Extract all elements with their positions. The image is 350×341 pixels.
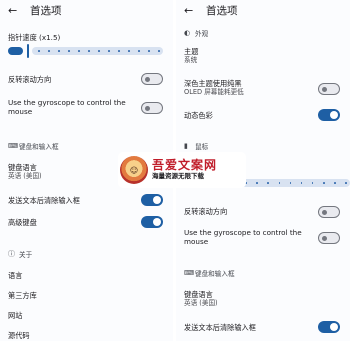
slider-tick-marks	[38, 50, 160, 52]
keyboard-language-row[interactable]: 键盘语言 英语 (美国)	[184, 290, 340, 308]
clear-after-send-label: 发送文本后清除输入框	[8, 196, 80, 205]
keyboard-icon: ⌨	[184, 269, 195, 277]
keyboard-language-value: 英语 (美国)	[184, 299, 218, 308]
page-title: 首选项	[30, 4, 62, 17]
watermark-subtitle: 海量资源无限下载	[152, 172, 204, 180]
page-title: 首选项	[206, 4, 238, 17]
back-arrow-icon[interactable]: ←	[184, 5, 198, 16]
website-item[interactable]: 网站	[8, 311, 163, 320]
advanced-keyboard-label: 高级键盘	[8, 218, 37, 227]
theme-label: 主题	[184, 47, 199, 56]
gyroscope-label: Use the gyroscope to control the mouse	[184, 228, 302, 247]
slider-handle[interactable]	[27, 44, 29, 58]
slider-active-track	[8, 47, 23, 55]
appearance-section-title: 外观	[195, 30, 209, 38]
back-arrow-icon[interactable]: ←	[8, 5, 22, 16]
clear-after-send-toggle[interactable]	[141, 194, 163, 206]
language-item[interactable]: 语言	[8, 271, 163, 280]
keyboard-language-label: 键盘语言	[184, 290, 213, 299]
mouse-section-title: 鼠标	[195, 143, 209, 151]
keyboard-icon: ⌨	[8, 142, 19, 150]
clear-after-send-row[interactable]: 发送文本后清除输入框	[8, 193, 163, 207]
theme-value: 系统	[184, 56, 198, 65]
third-party-libraries-item[interactable]: 第三方库	[8, 291, 163, 300]
slider-tick-marks	[234, 182, 347, 184]
pointer-speed-label: 指针速度 (x1.5)	[8, 33, 61, 42]
reverse-scroll-toggle[interactable]	[318, 206, 340, 218]
clear-after-send-row[interactable]: 发送文本后清除输入框	[184, 320, 340, 334]
dynamic-color-row[interactable]: 动态色彩	[184, 108, 340, 122]
dark-pure-black-row[interactable]: 深色主题使用纯黑 OLED 屏幕能耗更低	[184, 79, 340, 99]
reverse-scroll-toggle[interactable]	[141, 73, 163, 85]
source-code-item[interactable]: 源代码	[8, 331, 163, 340]
dynamic-color-label: 动态色彩	[184, 111, 213, 120]
theme-row[interactable]: 主题 系统	[184, 47, 340, 65]
gyroscope-row[interactable]: Use the gyroscope to control the mouse	[184, 228, 340, 250]
gyroscope-toggle[interactable]	[141, 102, 163, 114]
pointer-speed-slider[interactable]	[8, 44, 163, 58]
advanced-keyboard-row[interactable]: 高级键盘	[8, 215, 163, 229]
watermark-logo-icon: ☺	[120, 156, 148, 184]
appearance-section-header: ◐ 外观	[184, 28, 340, 38]
palette-icon: ◐	[184, 29, 191, 37]
keyboard-section-header: ⌨ 键盘和输入框	[8, 141, 163, 151]
reverse-scroll-label: 反转滚动方向	[184, 207, 228, 216]
info-icon: ⓘ	[8, 250, 15, 258]
gyroscope-toggle[interactable]	[318, 232, 340, 244]
about-section-title: 关于	[19, 251, 33, 259]
gyroscope-row[interactable]: Use the gyroscope to control the mouse	[8, 98, 163, 120]
dark-pure-black-sublabel: OLED 屏幕能耗更低	[184, 88, 244, 97]
gyroscope-label: Use the gyroscope to control the mouse	[8, 98, 126, 117]
dark-pure-black-toggle[interactable]	[318, 83, 340, 95]
watermark-title: 吾爱文案网	[152, 158, 218, 173]
top-app-bar: ← 首选项	[176, 0, 350, 20]
dynamic-color-toggle[interactable]	[318, 109, 340, 121]
watermark-badge: ☺ 吾爱文案网 海量资源无限下载	[118, 152, 246, 188]
top-app-bar: ← 首选项	[0, 0, 173, 20]
keyboard-section-header: ⌨ 键盘和输入框	[184, 268, 340, 278]
keyboard-section-title: 键盘和输入框	[19, 143, 59, 151]
clear-after-send-toggle[interactable]	[318, 321, 340, 333]
advanced-keyboard-toggle[interactable]	[141, 216, 163, 228]
mouse-section-header: ▮ 鼠标	[184, 141, 340, 151]
reverse-scroll-label: 反转滚动方向	[8, 75, 52, 84]
reverse-scroll-row[interactable]: 反转滚动方向	[8, 70, 163, 85]
dark-pure-black-label: 深色主题使用纯黑	[184, 79, 242, 88]
keyboard-section-title: 键盘和输入框	[195, 270, 235, 278]
clear-after-send-label: 发送文本后清除输入框	[184, 323, 256, 332]
reverse-scroll-row[interactable]: 反转滚动方向	[184, 204, 340, 218]
mouse-icon: ▮	[184, 142, 188, 150]
about-section-header: ⓘ 关于	[8, 249, 163, 259]
